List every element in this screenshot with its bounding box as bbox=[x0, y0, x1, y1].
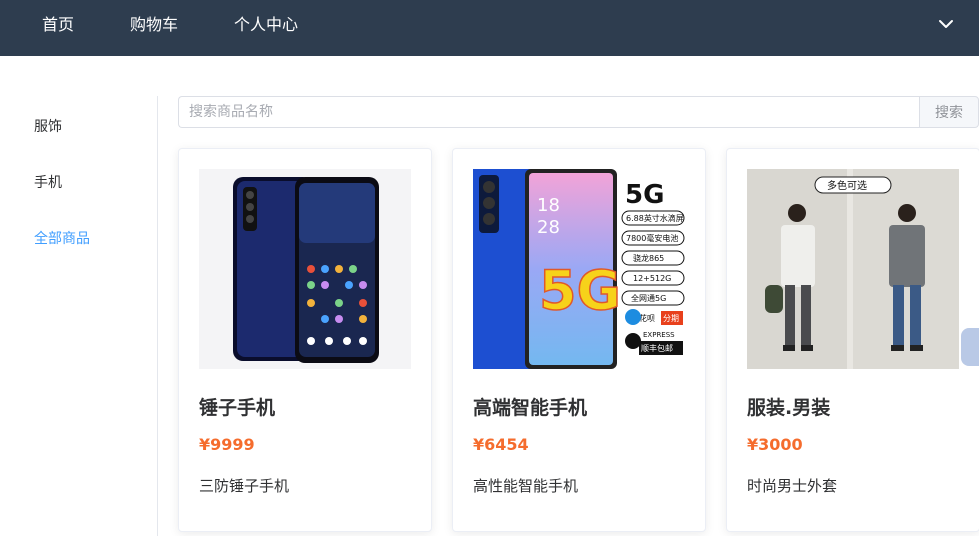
sidebar-item-apparel[interactable]: 服饰 bbox=[34, 116, 62, 136]
product-description: 时尚男士外套 bbox=[747, 477, 838, 495]
nav-home[interactable]: 首页 bbox=[42, 0, 74, 56]
nav-cart[interactable]: 购物车 bbox=[130, 0, 178, 56]
sidebar-item-phones[interactable]: 手机 bbox=[34, 172, 62, 192]
pay-label: 花呗 bbox=[639, 313, 655, 323]
product-price: ¥6454 bbox=[473, 435, 529, 454]
product-image-5g-phone: 18 28 5G 5G 6.88英寸水滴屏 7800毫安电池 骁龙865 12+… bbox=[473, 169, 685, 369]
spec-1: 6.88英寸水滴屏 bbox=[626, 213, 684, 223]
product-price: ¥3000 bbox=[747, 435, 803, 454]
floating-side-button[interactable] bbox=[961, 328, 979, 366]
clock-minute: 28 bbox=[537, 217, 560, 238]
sidebar-item-all-products[interactable]: 全部商品 bbox=[34, 228, 90, 248]
product-description: 三防锤子手机 bbox=[199, 477, 290, 495]
product-name: 服装.男装 bbox=[747, 397, 831, 419]
product-card[interactable]: 18 28 5G 5G 6.88英寸水滴屏 7800毫安电池 骁龙865 12+… bbox=[452, 148, 706, 532]
top-navbar: 首页 购物车 个人中心 bbox=[0, 0, 979, 56]
sidebar-divider bbox=[157, 96, 158, 536]
clock-hour: 18 bbox=[537, 195, 560, 216]
product-card[interactable]: 多色可选 服装.男装 ¥3000 时尚男士外套 bbox=[726, 148, 979, 532]
express-label: EXPRESS bbox=[643, 331, 675, 339]
product-image-mens-jacket: 多色可选 bbox=[747, 169, 959, 369]
nav-profile[interactable]: 个人中心 bbox=[234, 0, 298, 56]
search-button[interactable]: 搜索 bbox=[919, 96, 979, 128]
product-name: 高端智能手机 bbox=[473, 397, 588, 419]
spec-3: 骁龙865 bbox=[633, 253, 664, 263]
spec-2: 7800毫安电池 bbox=[626, 233, 678, 243]
search-input[interactable] bbox=[178, 96, 920, 128]
spec-5: 全网通5G bbox=[631, 293, 666, 303]
chevron-down-icon[interactable] bbox=[936, 16, 956, 32]
express-tag: 顺丰包邮 bbox=[641, 343, 673, 353]
color-options-tag: 多色可选 bbox=[827, 179, 867, 192]
product-name: 锤子手机 bbox=[199, 397, 276, 419]
product-card[interactable]: 锤子手机 ¥9999 三防锤子手机 bbox=[178, 148, 432, 532]
pay-tag: 分期 bbox=[663, 314, 679, 323]
product-price: ¥9999 bbox=[199, 435, 255, 454]
product-image-phone bbox=[199, 169, 411, 369]
spec-4: 12+512G bbox=[633, 274, 671, 283]
product-description: 高性能智能手机 bbox=[473, 477, 579, 495]
5g-badge: 5G bbox=[625, 180, 664, 210]
big-5g-text: 5G bbox=[539, 259, 621, 322]
